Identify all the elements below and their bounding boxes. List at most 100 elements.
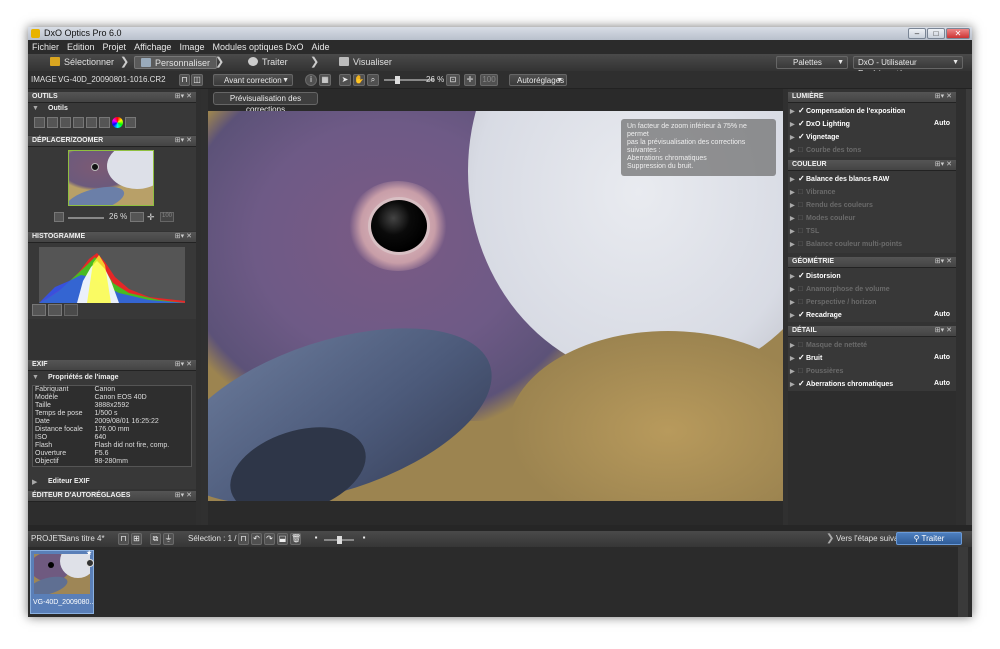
checkbox-icon[interactable]: ✓ <box>798 269 806 282</box>
checkbox-icon[interactable]: ✓ <box>798 104 806 117</box>
detail-header[interactable]: DÉTAIL ⊞▾ ✕ <box>788 326 956 337</box>
export-icon[interactable]: ⬓ <box>277 533 288 545</box>
step-select[interactable]: Sélectionner <box>46 56 118 69</box>
move-icon[interactable]: ✛ <box>464 74 476 86</box>
correction-item[interactable]: ▶ ✓Compensation de l'exposition <box>790 104 954 117</box>
autoreglages-dropdown[interactable]: Autoréglages ▼ <box>509 74 567 86</box>
panel-controls-icon[interactable]: ⊞▾ ✕ <box>175 232 192 240</box>
checkbox-icon[interactable]: □ <box>798 364 806 377</box>
checkbox-icon[interactable]: □ <box>798 338 806 351</box>
zoom-tool-icon[interactable]: ⌕ <box>367 74 379 86</box>
correction-item[interactable]: ▶ ✓Vignetage <box>790 130 954 143</box>
panel-controls-icon[interactable]: ⊞▾ ✕ <box>175 92 192 100</box>
checkbox-icon[interactable]: □ <box>798 211 806 224</box>
navigator-zoom-slider[interactable] <box>68 217 104 219</box>
small-thumb-icon[interactable]: ▪ <box>311 533 321 545</box>
checkbox-icon[interactable]: ✓ <box>798 308 806 321</box>
move-icon[interactable]: ✛ <box>147 212 157 222</box>
correction-item[interactable]: ▶ ✓Aberrations chromatiques Auto <box>790 377 954 390</box>
fit-icon[interactable]: ⊓ <box>179 74 190 86</box>
expand-icon[interactable]: ▶ <box>790 310 798 323</box>
checkbox-icon[interactable]: □ <box>798 185 806 198</box>
correction-item[interactable]: ▶ □ Vibrance <box>790 185 954 198</box>
panel-controls-icon[interactable]: ⊞▾ ✕ <box>175 136 192 144</box>
menu-affichage[interactable]: Affichage <box>130 40 175 54</box>
fit-screen-icon[interactable] <box>130 212 144 222</box>
menu-projet[interactable]: Projet <box>99 40 131 54</box>
color-wheel-icon[interactable] <box>112 117 123 128</box>
menu-image[interactable]: Image <box>175 40 208 54</box>
correction-item[interactable]: ▶ □ Poussières <box>790 364 954 377</box>
close-button[interactable]: ✕ <box>946 28 970 39</box>
level-icon[interactable] <box>60 117 71 128</box>
step-process[interactable]: Traiter <box>248 56 288 69</box>
info-icon[interactable]: i <box>305 74 317 86</box>
rotate-right-icon[interactable]: ↷ <box>264 533 275 545</box>
panel-controls-icon[interactable]: ⊞▾ ✕ <box>175 360 192 368</box>
checkbox-icon[interactable]: □ <box>798 237 806 250</box>
correction-item[interactable]: ▶ □ Modes couleur <box>790 211 954 224</box>
grid-icon[interactable]: ▦ <box>319 74 331 86</box>
right-scrollbar[interactable] <box>956 89 966 525</box>
frame-icon[interactable] <box>99 117 110 128</box>
zoom-100-icon[interactable]: 100 <box>160 212 174 222</box>
checkbox-icon[interactable]: ✓ <box>798 130 806 143</box>
panel-controls-icon[interactable]: ⊞▾ ✕ <box>935 326 952 334</box>
correction-item[interactable]: ▶ □ Rendu des couleurs <box>790 198 954 211</box>
panel-controls-icon[interactable]: ⊞▾ ✕ <box>935 92 952 100</box>
compare-icon[interactable]: ◫ <box>191 74 203 86</box>
shadow-clip-icon[interactable] <box>32 304 46 316</box>
expand-icon[interactable]: ▶ <box>790 145 798 158</box>
geometrie-header[interactable]: GÉOMÉTRIE ⊞▾ ✕ <box>788 257 956 268</box>
step-customize[interactable]: Personnaliser <box>134 56 218 69</box>
left-collapse-bar[interactable] <box>201 89 208 525</box>
auto-editor-header[interactable]: ÉDITEUR D'AUTORÉGLAGES ⊞▾ ✕ <box>28 491 196 502</box>
image-canvas[interactable]: Prévisualisation des corrections Un fact… <box>201 89 788 525</box>
preview-corrections-label[interactable]: Prévisualisation des corrections <box>213 92 318 114</box>
large-thumb-icon[interactable]: ▪ <box>359 533 369 545</box>
before-correction-dropdown[interactable]: Avant correction ▼ <box>213 74 293 86</box>
checkbox-icon[interactable]: □ <box>798 198 806 211</box>
histogram-mode-icon[interactable] <box>64 304 78 316</box>
navigator-thumbnail[interactable] <box>68 150 154 206</box>
filter-icon[interactable]: ⧉ <box>150 533 161 545</box>
correction-item[interactable]: ▶ ✓Bruit Auto <box>790 351 954 364</box>
filmstrip-scrollbar[interactable] <box>958 547 968 617</box>
zoom-100-icon[interactable]: 100 <box>480 74 498 86</box>
checkbox-icon[interactable]: ✓ <box>798 351 806 364</box>
filmstrip-item[interactable]: ★ VG-40D_2009080... <box>30 550 94 614</box>
menu-edition[interactable]: Edition <box>63 40 99 54</box>
panel-controls-icon[interactable]: ⊞▾ ✕ <box>935 257 952 265</box>
correction-item[interactable]: ▶ □ Anamorphose de volume <box>790 282 954 295</box>
zoom-slider-thumb[interactable] <box>395 76 400 84</box>
crop-icon[interactable] <box>34 117 45 128</box>
correction-item[interactable]: ▶ ✓Balance des blancs RAW <box>790 172 954 185</box>
correction-item[interactable]: ▶ □ Balance couleur multi-points <box>790 237 954 250</box>
highlight-clip-icon[interactable] <box>48 304 62 316</box>
star-icon[interactable]: ★ <box>86 549 94 557</box>
thumbnail-slider-thumb[interactable] <box>337 536 342 544</box>
thumbnail-size-icon[interactable]: ⊞ <box>131 533 142 545</box>
correction-item[interactable]: ▶ ✓Recadrage Auto <box>790 308 954 321</box>
exif-editor-label[interactable]: Editeur EXIF <box>48 478 90 485</box>
fit-screen-icon[interactable]: ⊡ <box>446 74 460 86</box>
maximize-button[interactable]: □ <box>927 28 945 39</box>
exif-header[interactable]: EXIF ⊞▾ ✕ <box>28 360 196 371</box>
delete-icon[interactable]: 🗑 <box>290 533 301 545</box>
fit-icon[interactable] <box>54 212 64 222</box>
menu-aide[interactable]: Aide <box>308 40 334 54</box>
checkbox-icon[interactable]: □ <box>798 224 806 237</box>
left-scrollbar[interactable] <box>196 89 201 525</box>
correction-item[interactable]: ▶ ✓DxO Lighting Auto <box>790 117 954 130</box>
pointer-icon[interactable]: ➤ <box>339 74 351 86</box>
histogram-header[interactable]: HISTOGRAMME ⊞▾ ✕ <box>28 232 196 243</box>
lumiere-header[interactable]: LUMIÈRE ⊞▾ ✕ <box>788 92 956 103</box>
palettes-dropdown[interactable]: Palettes ▼ <box>776 56 848 69</box>
hand-icon[interactable]: ✋ <box>353 74 365 86</box>
correction-item[interactable]: ▶ □ TSL <box>790 224 954 237</box>
rotate-left-icon[interactable]: ↶ <box>251 533 262 545</box>
checkbox-icon[interactable]: □ <box>798 282 806 295</box>
process-button[interactable]: ⚲ Traiter <box>896 532 962 545</box>
funnel-icon[interactable]: ⏚ <box>163 533 174 545</box>
grid-tool-icon[interactable] <box>86 117 97 128</box>
